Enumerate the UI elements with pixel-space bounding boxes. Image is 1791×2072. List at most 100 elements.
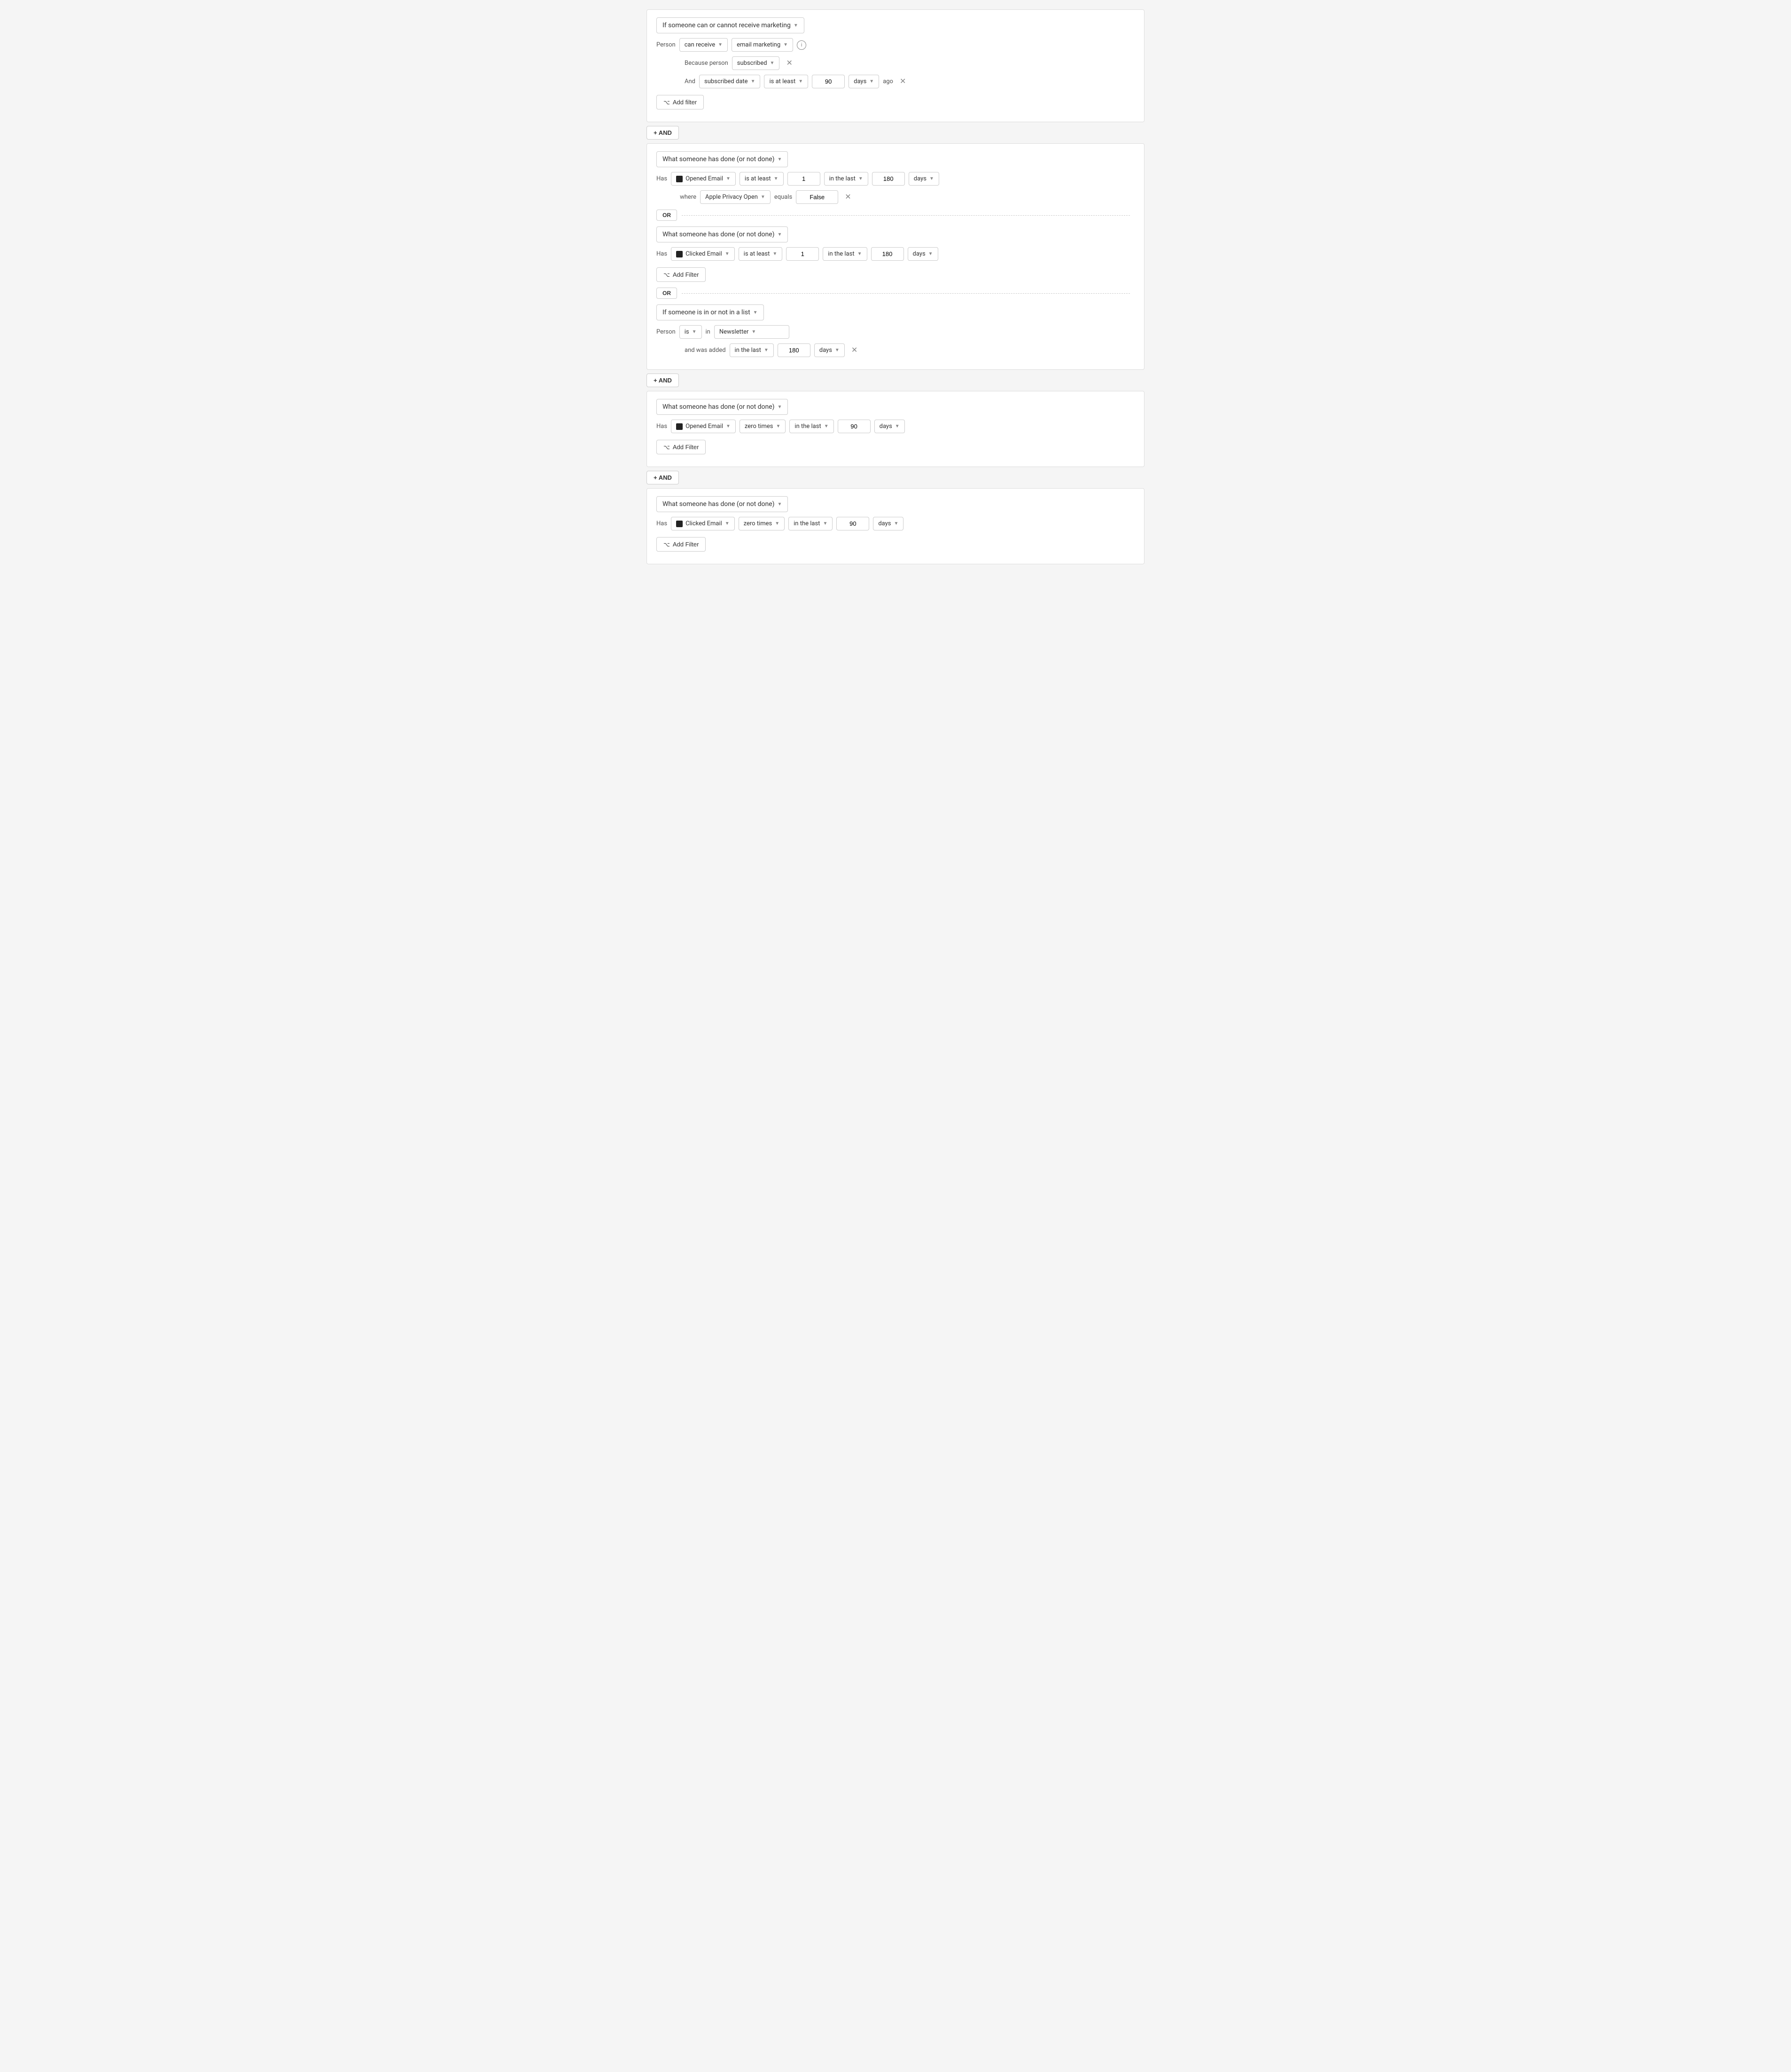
- unit-select-2[interactable]: days ▼: [909, 172, 939, 186]
- equals-value-2[interactable]: [796, 190, 838, 204]
- event-select-6[interactable]: Clicked Email ▼: [671, 517, 735, 530]
- close-filter-1[interactable]: ✕: [897, 77, 909, 86]
- person-select-1[interactable]: can receive ▼: [679, 38, 728, 52]
- event-select-3[interactable]: Clicked Email ▼: [671, 247, 735, 261]
- list-select-4[interactable]: Newsletter ▼: [714, 325, 789, 339]
- condition-select-5[interactable]: zero times ▼: [740, 420, 786, 433]
- chevron-icon: ▼: [823, 521, 827, 526]
- unit-select-4[interactable]: days ▼: [814, 343, 845, 357]
- condition-select-1[interactable]: is at least ▼: [764, 75, 808, 88]
- or-btn-2[interactable]: OR: [656, 288, 677, 299]
- chevron-icon: ▼: [778, 502, 782, 507]
- main-select-2[interactable]: What someone has done (or not done) ▼: [656, 151, 788, 167]
- has-label-5: Has: [656, 423, 667, 430]
- timeframe-select-2[interactable]: in the last ▼: [824, 172, 868, 186]
- timevalue-input-2[interactable]: [872, 172, 905, 186]
- chevron-icon: ▼: [776, 424, 781, 429]
- date-select-1[interactable]: subscribed date ▼: [699, 75, 760, 88]
- and-connector-2: + AND: [646, 374, 1145, 387]
- and-connector-3: + AND: [646, 471, 1145, 484]
- chevron-icon: ▼: [778, 405, 782, 410]
- event-icon: [676, 521, 683, 527]
- unit-select-3[interactable]: days ▼: [908, 247, 938, 261]
- and-btn-3[interactable]: + AND: [646, 471, 679, 484]
- unit-select-6[interactable]: days ▼: [873, 517, 903, 530]
- timevalue-input-6[interactable]: [836, 517, 869, 530]
- chevron-icon: ▼: [725, 251, 730, 257]
- chevron-icon: ▼: [835, 348, 840, 353]
- timevalue-input-5[interactable]: [838, 420, 871, 433]
- timeframe-select-5[interactable]: in the last ▼: [789, 420, 833, 433]
- filter-icon: ⌥: [663, 99, 670, 106]
- timeframe-select-4[interactable]: in the last ▼: [730, 343, 774, 357]
- main-select-6[interactable]: What someone has done (or not done) ▼: [656, 496, 788, 512]
- value-input-2[interactable]: [787, 172, 820, 186]
- chevron-icon: ▼: [794, 23, 798, 28]
- chevron-icon: ▼: [764, 348, 769, 353]
- event-select-2[interactable]: Opened Email ▼: [671, 172, 736, 186]
- condition-block-2: What someone has done (or not done) ▼ Ha…: [646, 143, 1145, 370]
- add-filter-btn-5[interactable]: ⌥ Add Filter: [656, 440, 706, 454]
- has-label-3: Has: [656, 250, 667, 257]
- chevron-icon: ▼: [770, 61, 775, 66]
- chevron-icon: ▼: [778, 157, 782, 162]
- ago-label-1: ago: [883, 78, 893, 85]
- added-label-4: and was added: [685, 347, 726, 354]
- main-select-5[interactable]: What someone has done (or not done) ▼: [656, 399, 788, 415]
- chevron-icon: ▼: [858, 176, 863, 181]
- add-filter-btn-3[interactable]: ⌥ Add Filter: [656, 267, 706, 282]
- chevron-icon: ▼: [857, 251, 862, 257]
- chevron-icon: ▼: [894, 521, 899, 526]
- value-input-3[interactable]: [786, 247, 819, 261]
- unit-select-1[interactable]: days ▼: [849, 75, 879, 88]
- where-prop-select-2[interactable]: Apple Privacy Open ▼: [700, 190, 771, 204]
- filter-icon: ⌥: [663, 272, 670, 278]
- timevalue-input-4[interactable]: [778, 343, 810, 357]
- chevron-icon: ▼: [895, 424, 900, 429]
- or-btn-1[interactable]: OR: [656, 210, 677, 221]
- close-because-btn[interactable]: ✕: [783, 59, 795, 68]
- chevron-icon: ▼: [775, 521, 779, 526]
- channel-select-1[interactable]: email marketing ▼: [732, 38, 793, 52]
- chevron-icon: ▼: [751, 79, 755, 84]
- because-select-1[interactable]: subscribed ▼: [732, 56, 780, 70]
- and-btn-1[interactable]: + AND: [646, 126, 679, 140]
- value-input-1[interactable]: [812, 75, 845, 88]
- condition-select-2[interactable]: is at least ▼: [740, 172, 784, 186]
- timeframe-select-6[interactable]: in the last ▼: [788, 517, 833, 530]
- and-label-1: And: [685, 78, 695, 85]
- filter-icon: ⌥: [663, 541, 670, 548]
- and-btn-2[interactable]: + AND: [646, 374, 679, 387]
- person-label-1: Person: [656, 41, 676, 48]
- has-label-2: Has: [656, 175, 667, 182]
- main-select-1[interactable]: If someone can or cannot receive marketi…: [656, 17, 804, 33]
- chevron-icon: ▼: [692, 329, 697, 335]
- chevron-icon: ▼: [753, 310, 758, 315]
- condition-block-5: What someone has done (or not done) ▼ Ha…: [646, 391, 1145, 467]
- chevron-icon: ▼: [774, 176, 779, 181]
- close-where-2[interactable]: ✕: [842, 193, 854, 202]
- or-connector-1: OR: [656, 210, 1135, 221]
- condition-select-6[interactable]: zero times ▼: [739, 517, 785, 530]
- close-added-4[interactable]: ✕: [849, 346, 860, 355]
- condition-block-6: What someone has done (or not done) ▼ Ha…: [646, 488, 1145, 564]
- condition-select-3[interactable]: is at least ▼: [739, 247, 783, 261]
- main-select-4[interactable]: If someone is in or not in a list ▼: [656, 304, 764, 320]
- event-icon: [676, 423, 683, 430]
- person-select-4[interactable]: is ▼: [679, 325, 702, 339]
- and-connector-1: + AND: [646, 126, 1145, 140]
- info-icon-1[interactable]: i: [797, 40, 806, 50]
- timeframe-select-3[interactable]: in the last ▼: [823, 247, 867, 261]
- unit-select-5[interactable]: days ▼: [874, 420, 905, 433]
- person-label-4: Person: [656, 328, 676, 335]
- event-icon: [676, 176, 683, 182]
- chevron-icon: ▼: [726, 176, 731, 181]
- timevalue-input-3[interactable]: [871, 247, 904, 261]
- main-select-3[interactable]: What someone has done (or not done) ▼: [656, 226, 788, 242]
- in-label-4: in: [706, 328, 710, 335]
- chevron-icon: ▼: [929, 176, 934, 181]
- event-select-5[interactable]: Opened Email ▼: [671, 420, 736, 433]
- add-filter-btn-6[interactable]: ⌥ Add Filter: [656, 537, 706, 552]
- add-filter-btn-1[interactable]: ⌥ Add filter: [656, 95, 704, 109]
- chevron-icon: ▼: [869, 79, 874, 84]
